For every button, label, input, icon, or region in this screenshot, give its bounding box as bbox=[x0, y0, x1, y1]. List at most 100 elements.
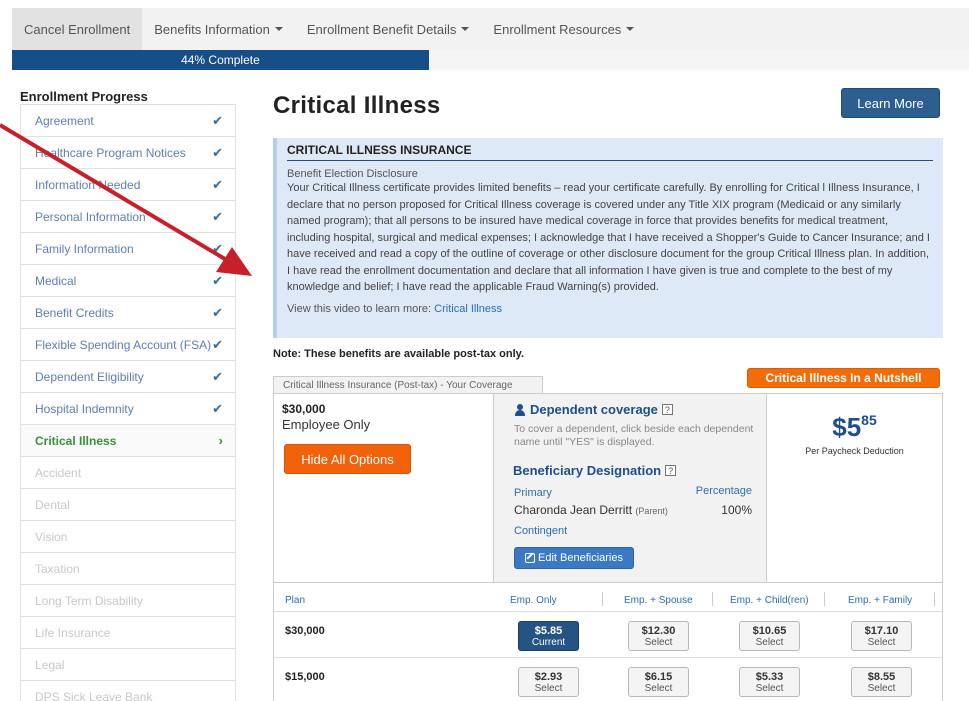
plan-price: $12.30 bbox=[641, 624, 676, 637]
sidebar-item-benefit-credits[interactable]: Benefit Credits ✔ bbox=[20, 297, 236, 329]
sidebar-item-family-information[interactable]: Family Information ✔ bbox=[20, 233, 236, 265]
header-separator bbox=[934, 592, 935, 606]
sidebar-item-information-needed[interactable]: Information Needed ✔ bbox=[20, 169, 236, 201]
sidebar-item-critical-illness[interactable]: Critical Illness › bbox=[20, 425, 236, 457]
video-prefix: View this video to learn more: bbox=[287, 302, 435, 315]
nav-label: Enrollment Benefit Details bbox=[306, 21, 457, 37]
edit-beneficiaries-button[interactable]: Edit Beneficiaries bbox=[514, 547, 634, 569]
plan-table-header: Plan Emp. Only Emp. + Spouse Emp. + Chil… bbox=[274, 583, 942, 612]
plan-amount: $30,000 bbox=[285, 625, 325, 637]
percentage-label: Percentage bbox=[695, 485, 752, 497]
beneficiary-heading: Beneficiary Designation ? bbox=[513, 463, 677, 478]
sidebar-item-label: Information Needed bbox=[35, 177, 141, 192]
checkmark-icon: ✔ bbox=[212, 176, 223, 192]
sidebar-item-hospital-indemnity[interactable]: Hospital Indemnity ✔ bbox=[20, 393, 236, 425]
sidebar-item-label: Flexible Spending Account (FSA) bbox=[35, 337, 212, 352]
sidebar-item-label: Long Term Disability bbox=[35, 593, 143, 608]
plan-action: Select bbox=[867, 636, 896, 648]
nutshell-button[interactable]: Critical Illness In a Nutshell bbox=[747, 368, 940, 388]
sidebar-item-life-insurance: Life Insurance bbox=[20, 617, 236, 649]
top-nav: Cancel Enrollment Benefits Information E… bbox=[12, 8, 969, 50]
nav-benefits-information[interactable]: Benefits Information bbox=[142, 8, 295, 50]
header-plan: Plan bbox=[285, 595, 306, 606]
select-plan-button[interactable]: $5.33 Select bbox=[739, 667, 800, 697]
help-icon[interactable]: ? bbox=[661, 404, 673, 415]
dependent-beneficiary-panel: Dependent coverage ? To cover a dependen… bbox=[493, 394, 767, 582]
sidebar-item-label: Dental bbox=[35, 497, 70, 512]
plan-options-table: Plan Emp. Only Emp. + Spouse Emp. + Chil… bbox=[273, 583, 943, 701]
header-separator bbox=[712, 592, 713, 606]
primary-label: Primary bbox=[514, 487, 552, 499]
sidebar-item-healthcare-program-notices[interactable]: Healthcare Program Notices ✔ bbox=[20, 137, 236, 169]
plan-action: Select bbox=[755, 636, 784, 648]
plan-row: $30,000 $5.85 Current $12.30 Select $10.65 Sel… bbox=[274, 613, 942, 658]
sidebar-item-personal-information[interactable]: Personal Information ✔ bbox=[20, 201, 236, 233]
help-icon[interactable]: ? bbox=[665, 465, 677, 476]
user-icon bbox=[514, 403, 526, 416]
select-plan-button[interactable]: $2.93 Select bbox=[518, 667, 579, 697]
select-plan-button[interactable]: $10.65 Select bbox=[739, 621, 800, 651]
plan-action: Select bbox=[534, 682, 563, 694]
beneficiary-name: Charonda Jean Derritt (Parent) bbox=[514, 503, 668, 517]
header-emp-only: Emp. Only bbox=[510, 595, 557, 606]
plan-action: Select bbox=[867, 682, 896, 694]
sidebar-item-dependent-eligibility[interactable]: Dependent Eligibility ✔ bbox=[20, 361, 236, 393]
plan-row: $15,000 $2.93 Select $6.15 Select $5.33 Select… bbox=[274, 659, 942, 701]
edit-beneficiaries-label: Edit Beneficiaries bbox=[538, 552, 623, 564]
sidebar-item-label: Personal Information bbox=[35, 209, 146, 224]
price-cents: 85 bbox=[861, 412, 877, 428]
sidebar-item-label: Hospital Indemnity bbox=[35, 401, 134, 416]
video-link[interactable]: Critical Illness bbox=[434, 303, 502, 315]
select-plan-button[interactable]: $8.55 Select bbox=[851, 667, 912, 697]
per-paycheck-price: $585 bbox=[767, 410, 942, 444]
sidebar-item-dps-sick-leave-bank: DPS Sick Leave Bank bbox=[20, 681, 236, 701]
sidebar-item-taxation: Taxation bbox=[20, 553, 236, 585]
price-panel: $585 Per Paycheck Deduction bbox=[767, 394, 942, 582]
caret-down-icon bbox=[461, 27, 470, 31]
header-emp-spouse: Emp. + Spouse bbox=[624, 595, 693, 606]
beneficiary-title: Beneficiary Designation bbox=[513, 463, 662, 478]
nav-cancel-enrollment[interactable]: Cancel Enrollment bbox=[12, 8, 143, 50]
nav-enrollment-benefit-details[interactable]: Enrollment Benefit Details bbox=[295, 8, 482, 50]
select-plan-button[interactable]: $6.15 Select bbox=[628, 667, 689, 697]
sidebar-item-label: DPS Sick Leave Bank bbox=[35, 689, 153, 701]
plan-action: Current bbox=[531, 636, 566, 648]
sidebar-item-medical[interactable]: Medical ✔ bbox=[20, 265, 236, 297]
plan-action: Select bbox=[644, 682, 673, 694]
plan-action: Select bbox=[644, 636, 673, 648]
header-emp-children: Emp. + Child(ren) bbox=[730, 595, 809, 606]
sidebar-item-label: Benefit Credits bbox=[35, 305, 114, 320]
checkmark-icon: ✔ bbox=[212, 144, 223, 160]
nav-label: Cancel Enrollment bbox=[24, 21, 131, 37]
select-plan-button[interactable]: $12.30 Select bbox=[628, 621, 689, 651]
sidebar-item-label: Taxation bbox=[35, 561, 80, 576]
sidebar-title: Enrollment Progress bbox=[20, 89, 148, 104]
sidebar-item-legal: Legal bbox=[20, 649, 236, 681]
coverage-tier: Employee Only bbox=[282, 417, 371, 432]
plan-action: Select bbox=[755, 682, 784, 694]
sidebar-item-label: Accident bbox=[35, 465, 82, 480]
select-plan-button[interactable]: $17.10 Select bbox=[851, 621, 912, 651]
nav-label: Benefits Information bbox=[154, 21, 270, 37]
checkmark-icon: ✔ bbox=[212, 304, 223, 320]
plan-price: $8.55 bbox=[867, 670, 896, 683]
sidebar-item-label: Medical bbox=[35, 273, 77, 288]
disclosure-panel: CRITICAL ILLNESS INSURANCE Benefit Elect… bbox=[273, 138, 943, 338]
sidebar-item-agreement[interactable]: Agreement ✔ bbox=[20, 105, 236, 137]
checkmark-icon: ✔ bbox=[212, 208, 223, 224]
header-emp-family: Emp. + Family bbox=[848, 595, 913, 606]
current-plan-button[interactable]: $5.85 Current bbox=[518, 621, 579, 651]
disclosure-heading: CRITICAL ILLNESS INSURANCE bbox=[287, 143, 933, 161]
sidebar-item-accident: Accident bbox=[20, 457, 236, 489]
learn-more-button[interactable]: Learn More bbox=[841, 88, 940, 118]
coverage-summary: $30,000 Employee Only Hide All Options bbox=[274, 394, 493, 582]
coverage-tab[interactable]: Critical Illness Insurance (Post-tax) - … bbox=[273, 376, 543, 394]
nav-enrollment-resources[interactable]: Enrollment Resources bbox=[481, 8, 646, 50]
plan-price: $10.65 bbox=[752, 624, 787, 637]
disclosure-body: Your Critical Illness certificate provid… bbox=[287, 182, 930, 293]
chevron-right-icon: › bbox=[218, 433, 223, 448]
caret-down-icon bbox=[274, 27, 283, 31]
hide-all-options-button[interactable]: Hide All Options bbox=[284, 444, 411, 474]
sidebar-item-flexible-spending-account-fsa[interactable]: Flexible Spending Account (FSA) ✔ bbox=[20, 329, 236, 361]
coverage-amount: $30,000 bbox=[282, 402, 326, 416]
